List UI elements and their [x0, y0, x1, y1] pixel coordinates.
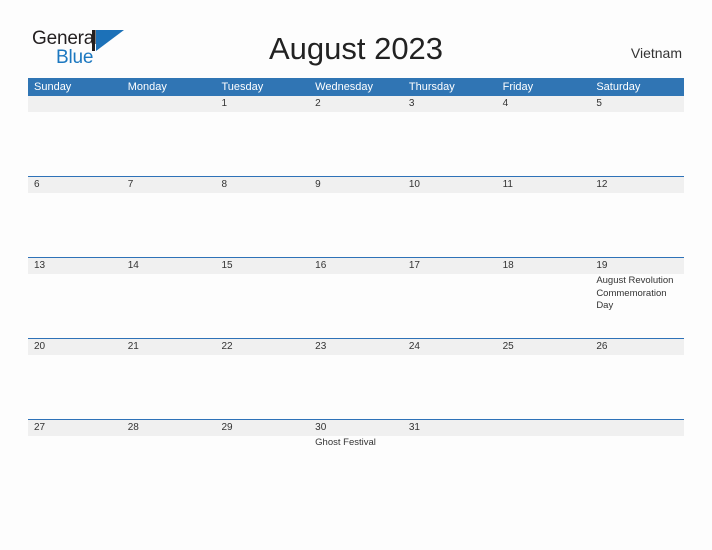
day-number[interactable]: 10	[403, 177, 497, 193]
calendar-week-row: 20 21 22 23 24 25 26	[28, 338, 684, 419]
day-event	[403, 274, 497, 338]
week-content-band	[28, 355, 684, 419]
day-number[interactable]: 4	[497, 96, 591, 112]
day-event	[122, 193, 216, 257]
day-number[interactable]: 12	[590, 177, 684, 193]
day-number[interactable]: 20	[28, 339, 122, 355]
day-event	[309, 112, 403, 176]
day-event	[590, 436, 684, 500]
week-content-band: August Revolution Commemoration Day	[28, 274, 684, 338]
calendar-week-row: 27 28 29 30 31 Ghost Festival	[28, 419, 684, 500]
day-number[interactable]	[590, 420, 684, 436]
day-event	[403, 436, 497, 500]
weekday-header-wednesday: Wednesday	[315, 81, 374, 93]
day-number[interactable]: 8	[215, 177, 309, 193]
day-event	[28, 355, 122, 419]
day-number[interactable]: 5	[590, 96, 684, 112]
weekday-header-row: Sunday Monday Tuesday Wednesday Thursday…	[28, 78, 684, 96]
day-number[interactable]: 24	[403, 339, 497, 355]
day-event	[215, 193, 309, 257]
day-number[interactable]	[122, 96, 216, 112]
day-number[interactable]: 22	[215, 339, 309, 355]
day-number[interactable]: 16	[309, 258, 403, 274]
page-title: August 2023	[268, 31, 444, 66]
day-number[interactable]: 26	[590, 339, 684, 355]
day-number[interactable]: 11	[497, 177, 591, 193]
day-event	[497, 274, 591, 338]
day-event	[403, 355, 497, 419]
day-number[interactable]: 3	[403, 96, 497, 112]
calendar-week-row: 6 7 8 9 10 11 12	[28, 176, 684, 257]
day-event	[309, 355, 403, 419]
day-event	[215, 436, 309, 500]
day-event	[122, 112, 216, 176]
week-content-band	[28, 112, 684, 176]
week-daynumber-band: 13 14 15 16 17 18 19	[28, 258, 684, 274]
weekday-header-friday: Friday	[502, 81, 534, 93]
day-number[interactable]: 2	[309, 96, 403, 112]
day-event	[497, 436, 591, 500]
day-number[interactable]: 7	[122, 177, 216, 193]
day-event-holiday: Ghost Festival	[315, 437, 376, 448]
day-event	[497, 112, 591, 176]
week-daynumber-band: 6 7 8 9 10 11 12	[28, 177, 684, 193]
day-number[interactable]: 23	[309, 339, 403, 355]
week-content-band: Ghost Festival	[28, 436, 684, 500]
calendar-week-row: 1 2 3 4 5	[28, 96, 684, 176]
day-event	[215, 274, 309, 338]
day-event	[497, 355, 591, 419]
day-event	[403, 193, 497, 257]
day-event	[28, 112, 122, 176]
day-event	[309, 193, 403, 257]
day-event	[122, 274, 216, 338]
day-number[interactable]	[28, 96, 122, 112]
week-daynumber-band: 27 28 29 30 31	[28, 420, 684, 436]
day-event	[28, 436, 122, 500]
day-number[interactable]: 18	[497, 258, 591, 274]
day-number[interactable]: 31	[403, 420, 497, 436]
day-number[interactable]: 19	[590, 258, 684, 274]
week-daynumber-band: 1 2 3 4 5	[28, 96, 684, 112]
day-event	[28, 274, 122, 338]
day-event	[590, 112, 684, 176]
day-event	[497, 193, 591, 257]
day-number[interactable]: 27	[28, 420, 122, 436]
day-number[interactable]: 15	[215, 258, 309, 274]
day-event	[215, 112, 309, 176]
day-number[interactable]: 17	[403, 258, 497, 274]
day-number[interactable]: 1	[215, 96, 309, 112]
day-number[interactable]: 14	[122, 258, 216, 274]
day-event	[215, 355, 309, 419]
day-number[interactable]	[497, 420, 591, 436]
day-event-holiday: August Revolution Commemoration Day	[596, 275, 674, 311]
weekday-header-tuesday: Tuesday	[221, 81, 264, 93]
day-event	[590, 193, 684, 257]
day-number[interactable]: 29	[215, 420, 309, 436]
day-event	[309, 274, 403, 338]
day-event	[403, 112, 497, 176]
day-event	[122, 355, 216, 419]
weekday-header-saturday: Saturday	[596, 81, 641, 93]
day-event	[28, 193, 122, 257]
day-number[interactable]: 9	[309, 177, 403, 193]
country-label: Vietnam	[630, 45, 682, 61]
day-number[interactable]: 28	[122, 420, 216, 436]
day-event	[122, 436, 216, 500]
weekday-header-sunday: Sunday	[34, 81, 72, 93]
weekday-header-monday: Monday	[127, 81, 167, 93]
day-number[interactable]: 21	[122, 339, 216, 355]
calendar-week-row: 13 14 15 16 17 18 19 August Revolution C…	[28, 257, 684, 338]
calendar-grid: Sunday Monday Tuesday Wednesday Thursday…	[28, 78, 684, 500]
weekday-header-thursday: Thursday	[408, 81, 455, 93]
page-header: General Blue August 2023 Vietnam	[0, 0, 712, 78]
day-event	[590, 355, 684, 419]
day-number[interactable]: 6	[28, 177, 122, 193]
week-content-band	[28, 193, 684, 257]
week-daynumber-band: 20 21 22 23 24 25 26	[28, 339, 684, 355]
day-number[interactable]: 25	[497, 339, 591, 355]
day-number[interactable]: 13	[28, 258, 122, 274]
day-number[interactable]: 30	[309, 420, 403, 436]
